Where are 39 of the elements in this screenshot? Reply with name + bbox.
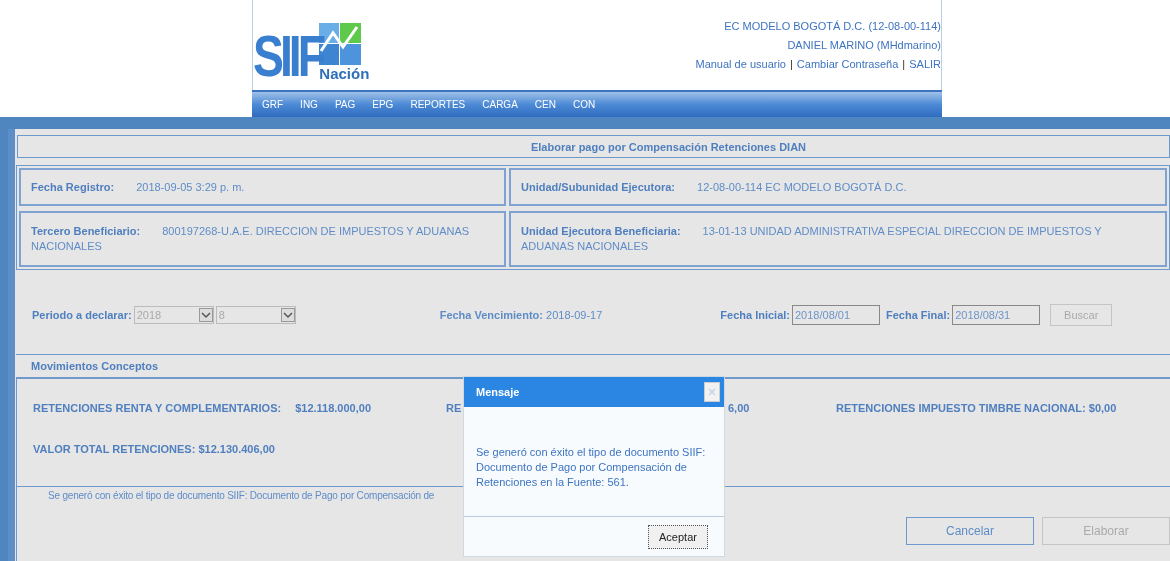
due-date: Fecha Vencimiento: 2018-09-17 <box>439 309 603 321</box>
menu-item[interactable]: PAG <box>334 99 356 110</box>
field-label: Fecha Final: <box>886 309 951 321</box>
header-link[interactable]: Manual de usuario <box>695 58 786 70</box>
concept-total: RETENCIONES IMPUESTO TIMBRE NACIONAL: $0,00 <box>836 402 1117 414</box>
header-link[interactable]: Cambiar Contraseña <box>796 58 899 70</box>
menu-item[interactable]: CEN <box>534 99 556 110</box>
ok-button[interactable]: Aceptar <box>648 524 708 549</box>
concept-total: RETENCIONES RENTA Y COMPLEMENTARIOS: $12.118.000,00 <box>33 402 372 414</box>
info-text: Fecha Registro: 2018-09-05 3:29 p. m. <box>31 179 245 195</box>
form-title: Elaborar pago por Compensación Retenciones DIAN <box>17 135 1170 158</box>
menu-item[interactable]: EPG <box>372 99 394 110</box>
user-name: DANIEL MARINO (MHdmarino) <box>787 39 941 51</box>
concept-value: 6,00 <box>728 402 751 414</box>
menu-item[interactable]: GRF <box>262 99 284 110</box>
caret-icon <box>280 308 295 322</box>
caret-icon <box>198 308 213 322</box>
date-field[interactable]: 2018/08/01 <box>792 305 880 325</box>
date-field[interactable]: 2018/08/31 <box>952 305 1041 325</box>
action-button[interactable]: Cancelar <box>906 517 1034 545</box>
close-icon[interactable] <box>704 382 720 402</box>
entity-name: EC MODELO BOGOTÁ D.C. (12-08-00-114) <box>724 20 941 32</box>
concept-label: RE <box>446 402 463 414</box>
menu-item[interactable]: ING <box>300 99 318 110</box>
info-text: Unidad Ejecutora Beneficiaria: 13-01-13 UNIDAD ADMINISTRATIVA ESPECIAL DIRECCION DE IMPUESTOS Y ADUANAS NACIONALES <box>521 224 1103 254</box>
link-separator: | <box>902 58 906 70</box>
info-text: Unidad/Subunidad Ejecutora: 12-08-00-114 EC MODELO BOGOTÁ D.C. <box>521 179 907 195</box>
info-text: Tercero Beneficiario: 800197268-U.A.E. DIRECCION DE IMPUESTOS Y ADUANAS NACIONALES <box>31 224 471 254</box>
status-message: Se generó con éxito el tipo de documento SIIF: Documento de Pago por Compensación de <box>47 489 436 501</box>
link-separator: | <box>790 58 793 70</box>
grand-total: VALOR TOTAL RETENCIONES: $12.130.406,00 <box>33 443 275 455</box>
menu-item[interactable]: CARGA <box>482 99 518 110</box>
field-label: Periodo a declarar: <box>32 309 132 321</box>
menu-item[interactable]: CON <box>572 99 596 110</box>
field-label: Fecha Inicial: <box>720 309 790 321</box>
menu-item[interactable]: REPORTES <box>410 99 466 110</box>
dialog-message: Se generó con éxito el tipo de documento SIIF: Documento de Pago por Compensación de Retenciones en la Fuente: 561. <box>476 446 706 488</box>
header-link[interactable]: SALIR <box>909 58 941 70</box>
dialog-title: Mensaje <box>476 386 520 398</box>
